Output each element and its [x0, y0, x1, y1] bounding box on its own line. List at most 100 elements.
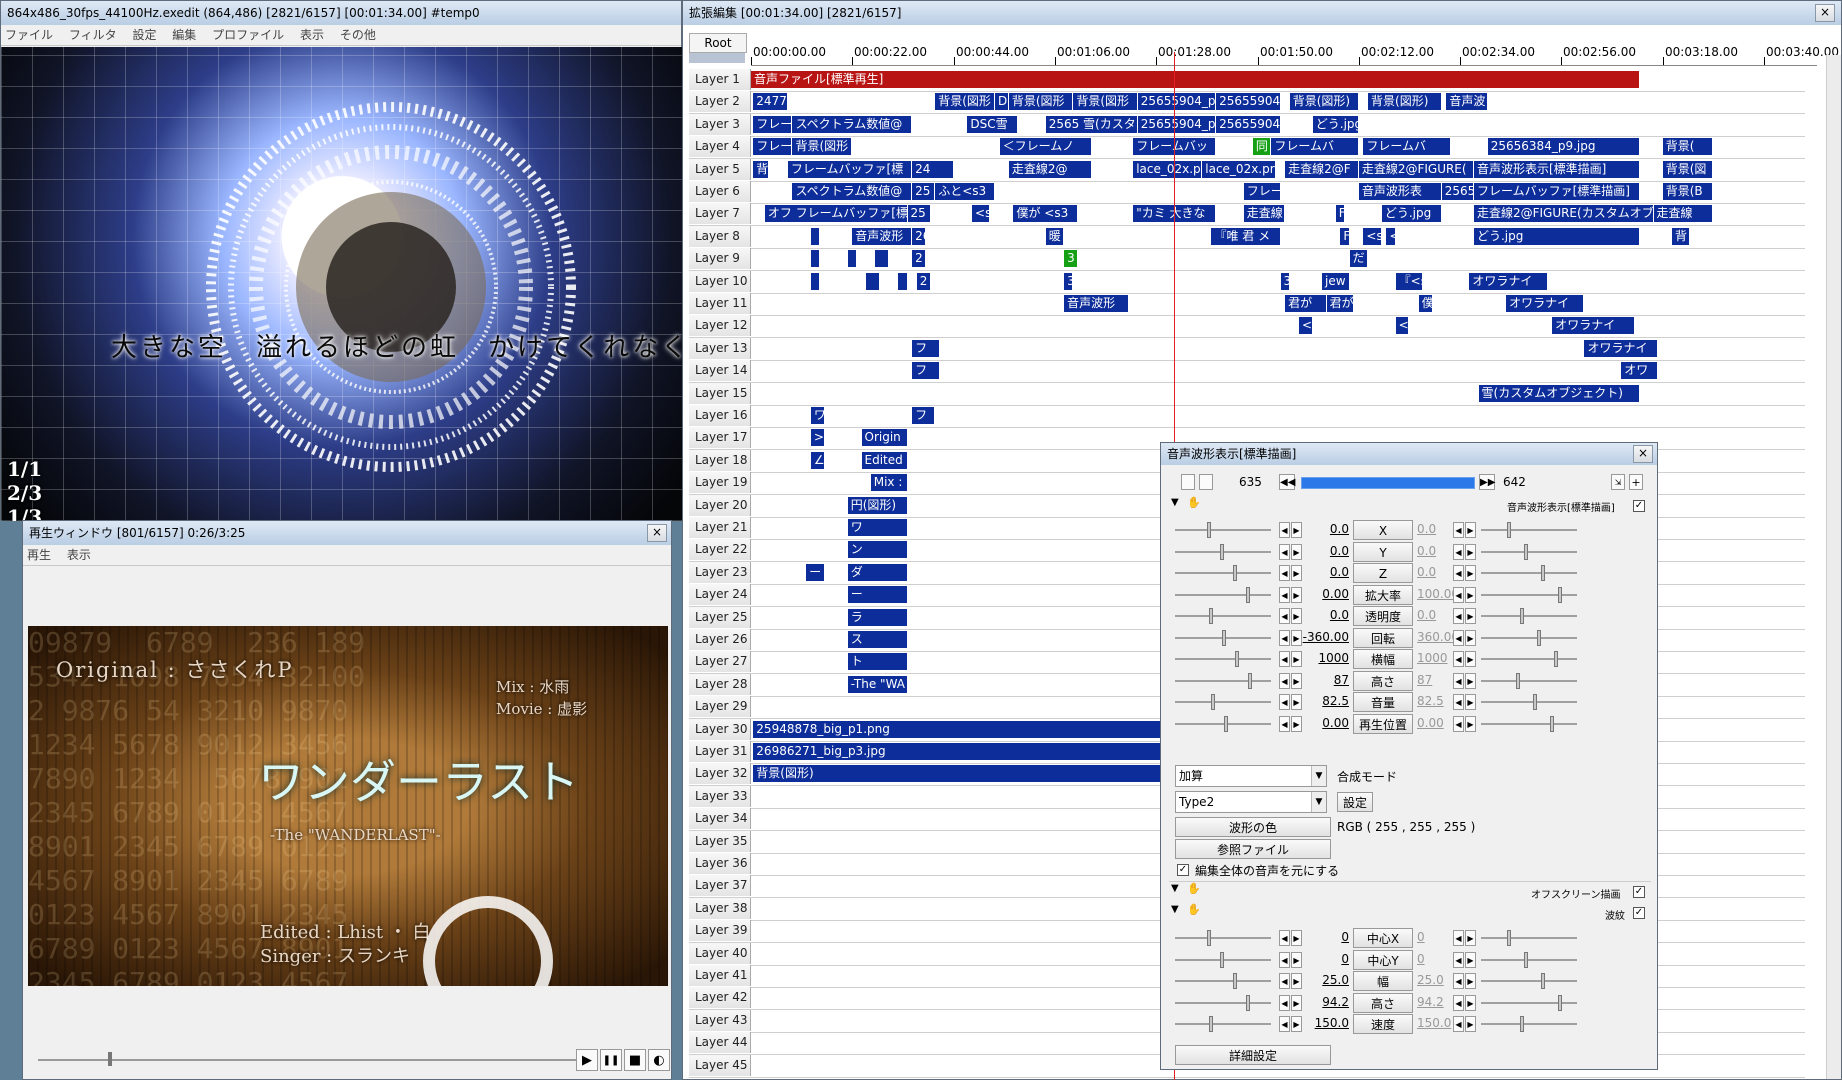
decrement-arrow[interactable]: ◀: [1279, 672, 1290, 689]
decrement-arrow[interactable]: ◀: [1279, 522, 1290, 538]
decrement-arrow-2[interactable]: ◀: [1453, 522, 1464, 538]
left-slider-thumb[interactable]: [1224, 715, 1228, 732]
collapse-icon-3[interactable]: ▼: [1171, 904, 1179, 915]
right-slider-thumb[interactable]: [1541, 565, 1545, 581]
timeline-clip[interactable]: [875, 250, 890, 268]
right-slider-thumb[interactable]: [1550, 715, 1554, 732]
decrement-arrow-2[interactable]: ◀: [1453, 672, 1464, 689]
timeline-clip[interactable]: 音声波: [1446, 93, 1488, 111]
layer-label[interactable]: Layer 22: [689, 539, 751, 561]
decrement-arrow[interactable]: ◀: [1279, 930, 1290, 946]
paste-icon[interactable]: [1199, 474, 1213, 490]
timeline-clip[interactable]: 音声波形表: [1358, 183, 1442, 200]
root-scene-button[interactable]: Root: [689, 33, 747, 53]
increment-arrow-2[interactable]: ▶: [1465, 1016, 1476, 1032]
layer-label[interactable]: Layer 28: [689, 673, 751, 695]
timeline-clip[interactable]: 背景(図形: [935, 93, 996, 111]
left-slider-thumb[interactable]: [1207, 522, 1211, 538]
timeline-clip[interactable]: 背景(図形: [1073, 93, 1138, 111]
timeline-clip[interactable]: 君が: [1285, 295, 1327, 312]
param-button[interactable]: 回転: [1353, 627, 1413, 648]
type-select[interactable]: Type2 ▼: [1175, 791, 1327, 813]
decrement-arrow-2[interactable]: ◀: [1453, 994, 1464, 1011]
timeline-clip[interactable]: 『唯 君 メ: [1211, 227, 1281, 245]
timeline-clip[interactable]: 2: [912, 250, 926, 268]
left-slider-track[interactable]: [1175, 937, 1271, 939]
playback-video-preview[interactable]: 09879 6789 236 189 5342 1098 7654 32100 …: [28, 626, 668, 986]
menu-profile[interactable]: プロファイル: [212, 28, 284, 42]
right-slider-thumb[interactable]: [1520, 1016, 1524, 1032]
decrement-arrow[interactable]: ◀: [1279, 951, 1290, 968]
timeline-clip[interactable]: ふと<s3: [935, 183, 996, 200]
decrement-arrow[interactable]: ◀: [1279, 565, 1290, 581]
timeline-clip[interactable]: どう.jpg: [1381, 205, 1442, 223]
timeline-clip[interactable]: フ: [912, 407, 936, 424]
layer-label[interactable]: Layer 7: [689, 203, 751, 225]
layer-label[interactable]: Layer 29: [689, 696, 751, 718]
left-slider-track[interactable]: [1175, 722, 1271, 725]
rewind-icon[interactable]: ◀◀: [1279, 474, 1295, 490]
timeline-clip[interactable]: 音声ファイル[標準再生]: [751, 71, 1640, 88]
timeline-clip[interactable]: フ: [912, 339, 940, 357]
timeline-clip[interactable]: 26: [912, 227, 926, 245]
left-slider-thumb[interactable]: [1235, 651, 1239, 667]
layer-label[interactable]: Layer 12: [689, 315, 751, 337]
left-slider-thumb[interactable]: [1209, 1016, 1213, 1032]
playback-close-button[interactable]: ×: [647, 524, 667, 542]
timeline-clip[interactable]: オワラナイ: [1469, 272, 1548, 290]
right-slider-thumb[interactable]: [1516, 672, 1520, 689]
right-slider-thumb[interactable]: [1507, 930, 1511, 946]
menu-edit[interactable]: 編集: [172, 28, 196, 42]
decrement-arrow-2[interactable]: ◀: [1453, 951, 1464, 968]
layer-row[interactable]: Layer 12: [689, 315, 1805, 339]
timeline-clip[interactable]: 背景(: [1662, 138, 1714, 156]
timeline-clip[interactable]: F: [1335, 205, 1345, 223]
timeline-clip[interactable]: <: [1298, 317, 1313, 335]
right-slider-thumb[interactable]: [1541, 973, 1545, 989]
zoom-scroll[interactable]: [689, 53, 745, 63]
layer-row[interactable]: Layer 16: [689, 405, 1805, 428]
timeline-clip[interactable]: フ: [912, 362, 940, 380]
timeline-clip[interactable]: 暖: [1045, 227, 1065, 245]
layer-label[interactable]: Layer 35: [689, 830, 751, 852]
layer-label[interactable]: Layer 32: [689, 763, 751, 785]
timeline-clip[interactable]: どう.jpg: [1473, 227, 1640, 245]
decrement-arrow[interactable]: ◀: [1279, 694, 1290, 710]
layer-label[interactable]: Layer 17: [689, 427, 751, 449]
param-button[interactable]: 拡大率: [1353, 584, 1413, 605]
timeline-clip[interactable]: [866, 272, 880, 290]
timeline-clip[interactable]: 26986271_big_p3.jpg: [753, 743, 1166, 760]
effect-enabled-checkbox[interactable]: ✓: [1633, 500, 1645, 512]
start-value[interactable]: 0.0: [1297, 565, 1349, 579]
start-value[interactable]: 150.0: [1297, 1016, 1349, 1030]
layer-label[interactable]: Layer 24: [689, 584, 751, 606]
timeline-clip[interactable]: 背景(図形): [753, 765, 1166, 783]
layer-label[interactable]: Layer 1: [689, 69, 751, 90]
menu-view[interactable]: 表示: [300, 28, 324, 42]
timeline-clip[interactable]: lace_02x.pr: [1202, 160, 1276, 178]
timeline-clip[interactable]: Mix :: [870, 474, 908, 492]
left-slider-track[interactable]: [1175, 593, 1271, 596]
seek-thumb[interactable]: [108, 1052, 113, 1066]
layer-label[interactable]: Layer 37: [689, 875, 751, 897]
timeline-clip[interactable]: ト: [847, 653, 908, 671]
timeline-clip[interactable]: フレームバ: [1271, 138, 1359, 156]
collapse-icon-2[interactable]: ▼: [1171, 883, 1179, 894]
start-value[interactable]: 0.0: [1297, 522, 1349, 536]
timeline-clip[interactable]: 3: [1280, 272, 1290, 290]
decrement-arrow[interactable]: ◀: [1279, 973, 1290, 989]
timeline-clip[interactable]: <: [1386, 227, 1396, 245]
hand-icon-2[interactable]: ✋: [1187, 882, 1201, 895]
left-slider-thumb[interactable]: [1246, 994, 1250, 1011]
timeline-clip[interactable]: 25948878_big_p1.png: [753, 720, 1166, 738]
timeline-clip[interactable]: ー: [847, 586, 908, 604]
timeline-clip[interactable]: オフ フレームバッファ[標: [764, 205, 908, 223]
seek-bar[interactable]: [38, 1052, 578, 1066]
hand-icon-3[interactable]: ✋: [1187, 903, 1201, 916]
timeline-clip[interactable]: 君が: [1326, 295, 1355, 312]
decrement-arrow-2[interactable]: ◀: [1453, 565, 1464, 581]
left-slider-thumb[interactable]: [1222, 629, 1226, 646]
left-slider-track[interactable]: [1175, 701, 1271, 703]
timeline-clip[interactable]: 3: [1064, 272, 1074, 290]
timeline-clip[interactable]: 24: [912, 160, 954, 178]
